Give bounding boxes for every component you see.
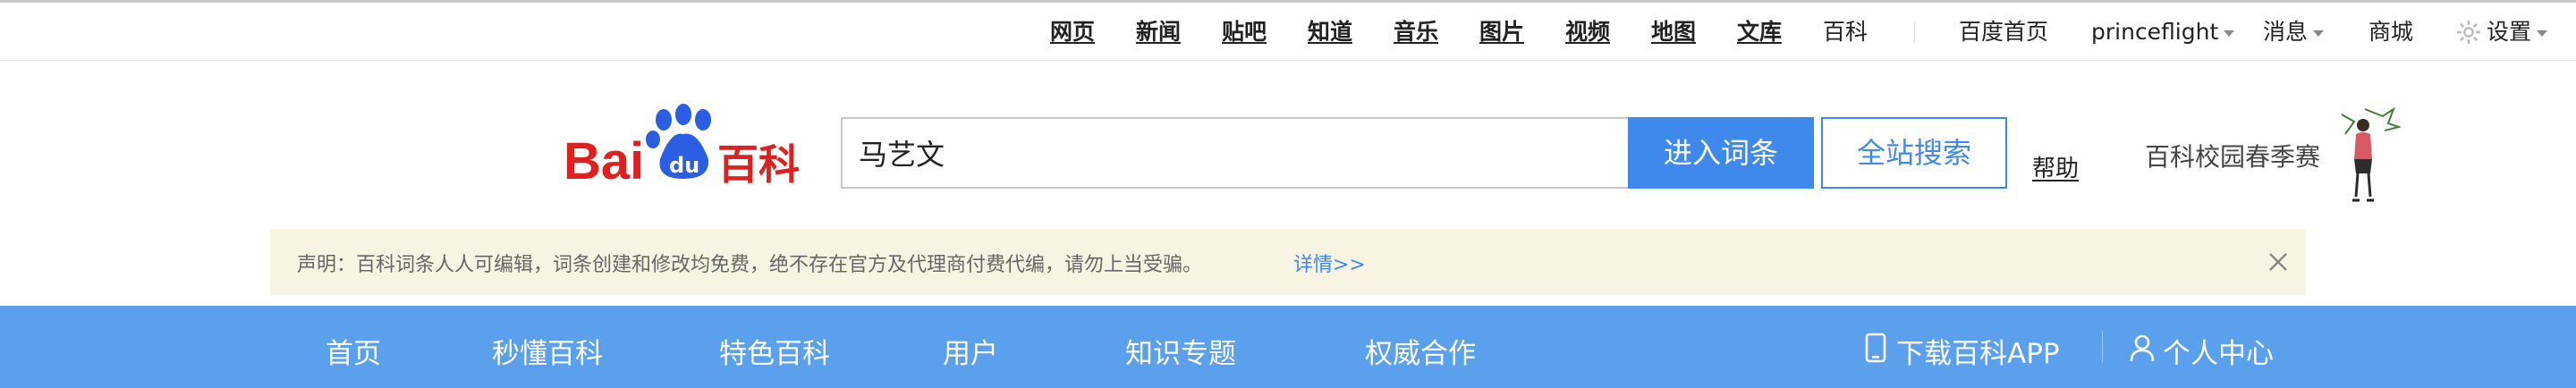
user-menu[interactable]: princeflight [2091, 19, 2235, 46]
disclaimer-notice: 声明：百科词条人人可编辑，词条创建和修改均免费，绝不存在官方及代理商付费代编，请… [270, 229, 2306, 295]
notice-text: 声明：百科词条人人可编辑，词条创建和修改均免费，绝不存在官方及代理商付费代编，请… [297, 254, 1203, 276]
topnav-item-video[interactable]: 视频 [1565, 19, 1610, 46]
username: princeflight [2091, 19, 2219, 45]
gear-icon [2457, 21, 2480, 44]
personal-center-link[interactable]: 个人中心 [2163, 331, 2274, 371]
campus-illustration-icon [2341, 107, 2401, 202]
topnav-item-web[interactable]: 网页 [1050, 19, 1095, 46]
nav-item-home[interactable]: 首页 [326, 331, 381, 371]
topnav-item-baike-current: 百科 [1823, 19, 1868, 45]
nav-item-topics[interactable]: 知识专题 [1125, 331, 1236, 371]
nav-item-miaodong[interactable]: 秒懂百科 [492, 331, 603, 371]
settings-label: 设置 [2487, 19, 2532, 45]
baidu-baike-logo-icon: du Bai 百科 [564, 104, 800, 190]
topnav-item-zhidao[interactable]: 知道 [1308, 19, 1352, 46]
close-icon[interactable] [2267, 250, 2290, 274]
topbar-divider [1914, 22, 1915, 42]
user-icon [2130, 334, 2155, 362]
download-app-link[interactable]: 下载百科APP [1896, 331, 2060, 371]
top-bar: 网页 新闻 贴吧 知道 音乐 图片 视频 地图 文库 百科 百度首页 princ… [0, 0, 2576, 61]
enter-entry-button[interactable]: 进入词条 [1628, 117, 1814, 189]
baike-logo[interactable]: du Bai 百科 [564, 104, 807, 190]
messages-label: 消息 [2263, 19, 2309, 45]
chevron-down-icon [2537, 30, 2548, 37]
topnav-item-tieba[interactable]: 贴吧 [1222, 19, 1267, 46]
site-search-button[interactable]: 全站搜索 [1821, 117, 2007, 189]
svg-text:du: du [669, 153, 699, 178]
svg-text:Bai: Bai [564, 132, 644, 186]
campus-contest-link[interactable]: 百科校园春季赛 [2145, 138, 2320, 173]
topnav-item-music[interactable]: 音乐 [1394, 19, 1438, 46]
messages-menu[interactable]: 消息 [2263, 19, 2325, 46]
mall-link[interactable]: 商城 [2368, 19, 2413, 46]
nav-item-featured[interactable]: 特色百科 [719, 331, 830, 371]
nav-divider [2102, 331, 2103, 363]
search-input[interactable] [841, 117, 1630, 189]
topnav-item-news[interactable]: 新闻 [1136, 19, 1181, 46]
settings-menu[interactable]: 设置 [2456, 19, 2548, 46]
help-link[interactable]: 帮助 [2032, 150, 2079, 183]
topnav-item-images[interactable]: 图片 [1479, 19, 1524, 46]
baidu-home-link[interactable]: 百度首页 [1959, 19, 2048, 46]
phone-icon [1865, 333, 1886, 363]
svg-text:百科: 百科 [717, 140, 800, 186]
notice-details-link[interactable]: 详情>> [1293, 249, 1366, 277]
chevron-down-icon [2313, 30, 2325, 37]
nav-item-authority[interactable]: 权威合作 [1365, 331, 1476, 371]
topnav-item-map[interactable]: 地图 [1651, 19, 1696, 46]
main-nav: 首页 秒懂百科 特色百科 用户 知识专题 权威合作 下载百科APP 个人中心 [0, 306, 2576, 388]
topnav-item-wenku[interactable]: 文库 [1737, 19, 1782, 46]
nav-item-users[interactable]: 用户 [943, 331, 998, 371]
chevron-down-icon [2224, 30, 2235, 37]
